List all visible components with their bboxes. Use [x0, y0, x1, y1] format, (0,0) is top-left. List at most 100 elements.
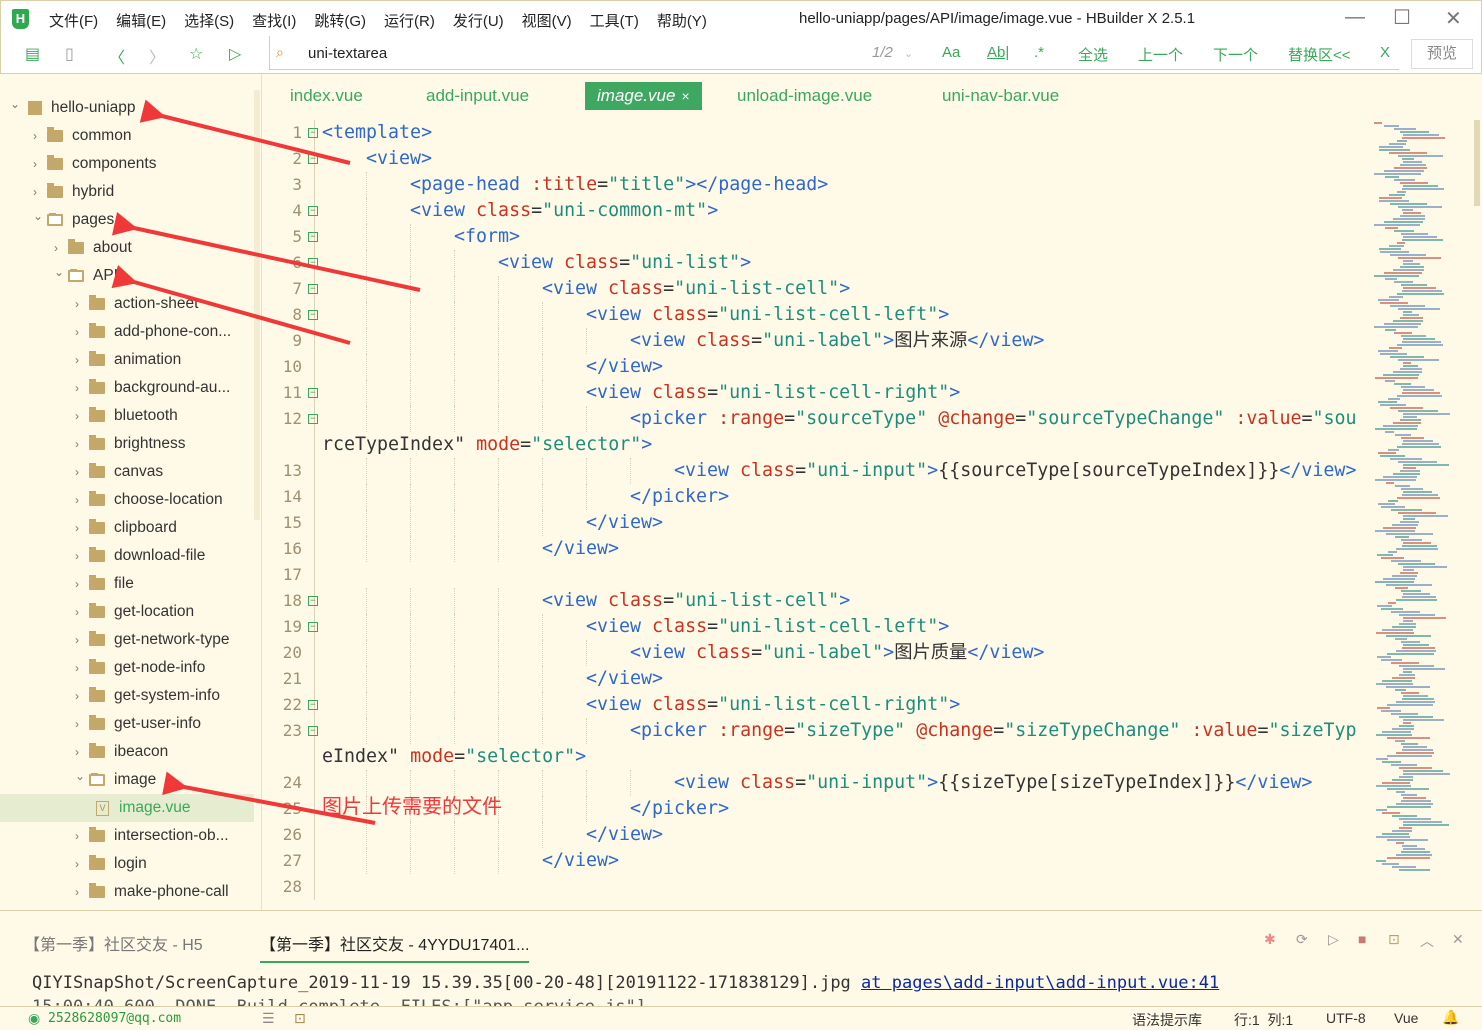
tree-item[interactable]: › clipboard [0, 514, 254, 542]
tree-item[interactable]: › about [0, 234, 254, 262]
chevron-right-icon[interactable]: › [33, 150, 37, 178]
tab-index-vue[interactable]: index.vue [286, 82, 367, 110]
editor-scrollbar[interactable] [1474, 120, 1480, 206]
tree-item[interactable]: › choose-location [0, 486, 254, 514]
debug-icon[interactable]: ✱ [1264, 931, 1276, 948]
close-panel-icon[interactable]: ✕ [1452, 931, 1464, 948]
code-line[interactable]: 6− <view class="uni-list"> [270, 250, 1370, 276]
code-line[interactable]: 19− <view class="uni-list-cell-left"> [270, 614, 1370, 640]
chevron-right-icon[interactable]: › [75, 486, 79, 514]
code-line[interactable]: 3 <page-head :title="title"></page-head> [270, 172, 1370, 198]
tree-item[interactable]: › get-node-info [0, 654, 254, 682]
console-tab-h5[interactable]: 【第一季】社区交友 - H5 [24, 931, 203, 955]
chevron-right-icon[interactable]: › [75, 402, 79, 430]
fold-toggle-icon[interactable]: − [308, 154, 318, 164]
tree-item[interactable]: › components [0, 150, 254, 178]
code-line[interactable]: 7− <view class="uni-list-cell"> [270, 276, 1370, 302]
tree-item[interactable]: ⌄ pages [0, 206, 254, 234]
fold-toggle-icon[interactable]: − [308, 128, 318, 138]
minimize-button[interactable]: — [1345, 6, 1365, 29]
code-line[interactable]: 18− <view class="uni-list-cell"> [270, 588, 1370, 614]
tree-item[interactable]: › download-file [0, 542, 254, 570]
forward-icon[interactable]: 〉 [149, 44, 165, 68]
tree-item[interactable]: › make-phone-call [0, 878, 254, 906]
code-line[interactable]: 16 </view> [270, 536, 1370, 562]
tree-item[interactable]: › background-au... [0, 374, 254, 402]
list-icon[interactable]: ☰ [262, 1010, 275, 1027]
code-line[interactable]: 8− <view class="uni-list-cell-left"> [270, 302, 1370, 328]
back-icon[interactable]: 〈 [109, 44, 125, 68]
menu-item[interactable]: 跳转(G) [314, 10, 366, 31]
match-case-button[interactable]: Aa [942, 44, 960, 61]
whole-word-button[interactable]: Ab| [987, 44, 1009, 61]
language-mode[interactable]: Vue [1394, 1010, 1418, 1026]
code-line[interactable]: 10 </view> [270, 354, 1370, 380]
tree-item[interactable]: › bluetooth [0, 402, 254, 430]
code-line[interactable]: 4− <view class="uni-common-mt"> [270, 198, 1370, 224]
menu-item[interactable]: 视图(V) [522, 10, 572, 31]
chevron-right-icon[interactable]: › [75, 598, 79, 626]
new-file-icon[interactable]: ▤ [25, 44, 40, 64]
chevron-right-icon[interactable]: › [75, 878, 79, 906]
fold-toggle-icon[interactable]: − [308, 700, 318, 710]
code-line[interactable]: 12− <picker :range="sourceType" @change="… [270, 406, 1370, 432]
fold-toggle-icon[interactable]: − [308, 258, 318, 268]
chevron-right-icon[interactable]: › [75, 514, 79, 542]
fold-toggle-icon[interactable]: − [308, 388, 318, 398]
menu-item[interactable]: 帮助(Y) [657, 10, 707, 31]
preview-button[interactable]: 预览 [1411, 39, 1473, 69]
menu-item[interactable]: 运行(R) [384, 10, 435, 31]
close-find-button[interactable]: X [1380, 44, 1390, 61]
reload-icon[interactable]: ⟳ [1296, 931, 1308, 948]
code-line[interactable]: 5− <form> [270, 224, 1370, 250]
fold-toggle-icon[interactable]: − [308, 726, 318, 736]
tree-item[interactable]: › add-phone-con... [0, 318, 254, 346]
user-account[interactable]: 2528628097@qq.com [48, 1011, 181, 1026]
code-line[interactable]: 22− <view class="uni-list-cell-right"> [270, 692, 1370, 718]
select-all-button[interactable]: 全选 [1078, 44, 1108, 65]
tab-add-input-vue[interactable]: add-input.vue [422, 82, 533, 110]
fold-toggle-icon[interactable]: − [308, 284, 318, 294]
code-line[interactable]: 26 </view> [270, 822, 1370, 848]
chevron-down-icon[interactable]: ⌄ [10, 90, 20, 118]
chevron-right-icon[interactable]: › [75, 346, 79, 374]
console-tab-device[interactable]: 【第一季】社区交友 - 4YYDU17401... [260, 931, 530, 963]
menu-item[interactable]: 查找(I) [252, 10, 296, 31]
menu-item[interactable]: 文件(F) [49, 10, 98, 31]
chevron-right-icon[interactable]: › [75, 850, 79, 878]
tree-item[interactable]: ⌄ image [0, 766, 254, 794]
chevron-down-icon[interactable]: ⌄ [904, 47, 913, 60]
chevron-down-icon[interactable]: ⌄ [33, 202, 43, 230]
menu-item[interactable]: 选择(S) [184, 10, 234, 31]
syntax-library[interactable]: 语法提示库 [1132, 1010, 1202, 1030]
chevron-right-icon[interactable]: › [33, 122, 37, 150]
run-icon[interactable]: ▷ [229, 44, 241, 64]
menu-item[interactable]: 工具(T) [590, 10, 639, 31]
fold-toggle-icon[interactable]: − [308, 622, 318, 632]
tree-item[interactable]: ⌄ hello-uniapp [0, 94, 254, 122]
source-link[interactable]: at pages\add-input\add-input.vue:41 [861, 973, 1219, 993]
code-line[interactable]: rceTypeIndex" mode="selector"> [270, 432, 1370, 458]
chevron-right-icon[interactable]: › [75, 570, 79, 598]
chevron-right-icon[interactable]: › [75, 710, 79, 738]
chevron-right-icon[interactable]: › [75, 822, 79, 850]
search-input[interactable]: uni-textarea [308, 45, 387, 62]
replace-toggle-button[interactable]: 替换区<< [1288, 44, 1351, 65]
fold-toggle-icon[interactable]: − [308, 232, 318, 242]
tree-item[interactable]: › get-location [0, 598, 254, 626]
code-line[interactable]: 1− <template> [270, 120, 1370, 146]
encoding[interactable]: UTF-8 [1326, 1010, 1366, 1026]
tree-item[interactable]: › get-system-info [0, 682, 254, 710]
chevron-down-icon[interactable]: ⌄ [54, 258, 64, 286]
code-line[interactable]: 13 <view class="uni-input">{{sourceType[s… [270, 458, 1370, 484]
fold-toggle-icon[interactable]: − [308, 414, 318, 424]
menu-item[interactable]: 发行(U) [453, 10, 504, 31]
chevron-right-icon[interactable]: › [75, 458, 79, 486]
chevron-right-icon[interactable]: › [75, 318, 79, 346]
chevron-down-icon[interactable]: ⌄ [75, 762, 85, 790]
code-line[interactable]: 21 </view> [270, 666, 1370, 692]
terminal-icon[interactable]: ⊡ [1388, 931, 1400, 948]
tab-unload-image-vue[interactable]: unload-image.vue [733, 82, 876, 110]
chevron-right-icon[interactable]: › [75, 682, 79, 710]
maximize-button[interactable]: ☐ [1393, 5, 1411, 30]
